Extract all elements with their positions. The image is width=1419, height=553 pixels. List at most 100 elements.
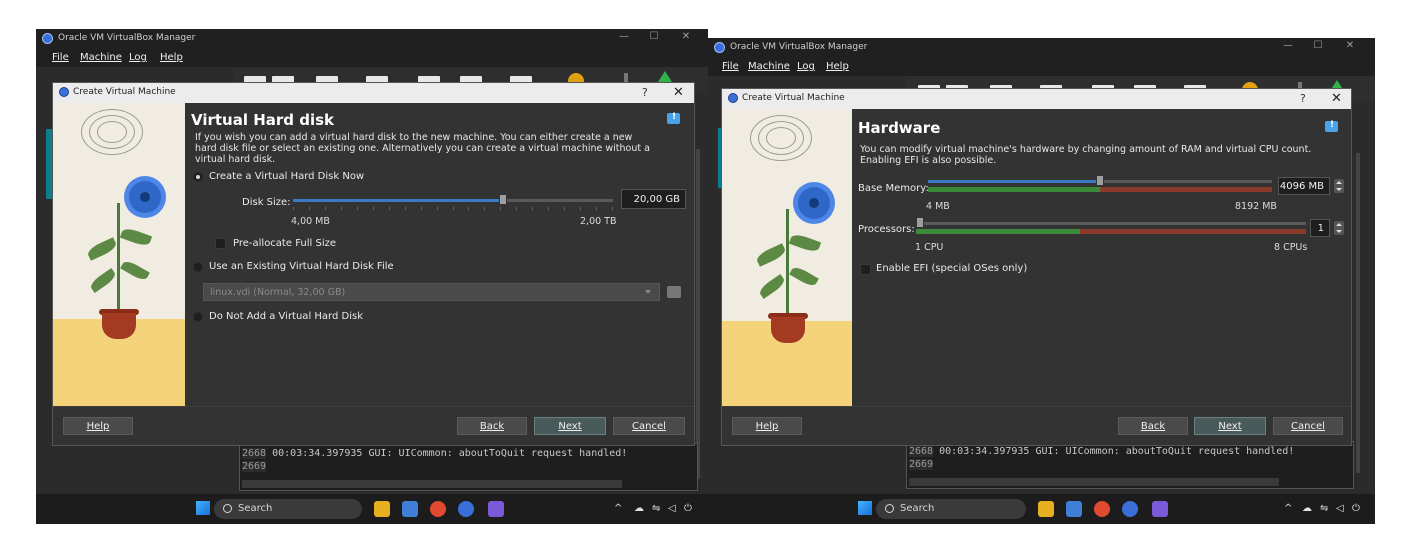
- network-icon[interactable]: ⇋: [652, 503, 660, 514]
- start-arrow-icon[interactable]: [658, 71, 672, 82]
- tray-chevron-icon[interactable]: ^: [1284, 503, 1292, 514]
- existing-disk-select[interactable]: linux.vdi (Normal, 32,00 GB): [203, 283, 660, 301]
- radio-no-disk-label[interactable]: Do Not Add a Virtual Hard Disk: [209, 311, 363, 322]
- minimize-icon[interactable]: —: [1278, 40, 1298, 54]
- network-icon[interactable]: ⇋: [1320, 503, 1328, 514]
- back-button[interactable]: Back: [1118, 417, 1188, 435]
- file-explorer-icon[interactable]: [374, 501, 390, 517]
- volume-icon[interactable]: ◁: [668, 503, 676, 514]
- back-button[interactable]: Back: [457, 417, 527, 435]
- leaf: [754, 243, 788, 267]
- disk-slider-handle[interactable]: [499, 194, 507, 205]
- taskbar-search-label: Search: [238, 503, 273, 514]
- maximize-icon[interactable]: ☐: [644, 31, 664, 45]
- log-line: 2669: [242, 461, 267, 472]
- menu-machine[interactable]: Machine: [80, 52, 122, 63]
- processors-slider[interactable]: [916, 217, 1306, 228]
- disk-min-label: 4,00 MB: [291, 216, 330, 227]
- cancel-button[interactable]: Cancel: [613, 417, 685, 435]
- log-scrollbar[interactable]: [242, 480, 622, 488]
- menu-help[interactable]: Help: [826, 61, 849, 72]
- memory-spinner[interactable]: [1334, 179, 1344, 193]
- disk-size-slider[interactable]: [293, 194, 613, 205]
- efi-label[interactable]: Enable EFI (special OSes only): [876, 263, 1027, 274]
- battery-icon[interactable]: ⏻: [1352, 503, 1360, 514]
- memory-input[interactable]: 4096 MB: [1278, 177, 1330, 195]
- store-icon[interactable]: [402, 501, 418, 517]
- minimize-icon[interactable]: —: [614, 31, 634, 45]
- slider-tick: [437, 207, 438, 210]
- virtualbox-taskbar-icon[interactable]: [1122, 501, 1138, 517]
- dialog-close-icon[interactable]: ✕: [673, 85, 684, 100]
- close-icon[interactable]: ✕: [1340, 40, 1360, 54]
- manager-titlebar[interactable]: Oracle VM VirtualBox Manager — ☐ ✕: [36, 29, 708, 49]
- help-icon[interactable]: ?: [642, 86, 648, 99]
- help-button[interactable]: Help: [732, 417, 802, 435]
- store-icon[interactable]: [1066, 501, 1082, 517]
- windows-start-icon[interactable]: [858, 501, 872, 515]
- flower-center: [140, 192, 150, 202]
- manager-frame-edge: [1356, 153, 1360, 473]
- cpu-min-label: 1 CPU: [915, 242, 944, 253]
- taskbar: Search ^ ☁ ⇋ ◁ ⏻: [36, 494, 708, 524]
- menu-machine[interactable]: Machine: [748, 61, 790, 72]
- memory-range-safe: [928, 187, 1100, 192]
- taskbar-search-label: Search: [900, 503, 935, 514]
- windows-start-icon[interactable]: [196, 501, 210, 515]
- chrome-icon[interactable]: [430, 501, 446, 517]
- help-icon[interactable]: ?: [1300, 92, 1306, 105]
- slider-tick: [293, 207, 294, 210]
- cpu-max-label: 8 CPUs: [1274, 242, 1308, 253]
- disk-size-label: Disk Size:: [242, 197, 291, 208]
- manager-title: Oracle VM VirtualBox Manager: [730, 42, 868, 52]
- processors-input[interactable]: 1: [1310, 219, 1330, 237]
- existing-disk-value: linux.vdi (Normal, 32,00 GB): [210, 287, 346, 298]
- battery-icon[interactable]: ⏻: [684, 503, 692, 514]
- base-memory-slider[interactable]: [928, 175, 1272, 186]
- efi-checkbox[interactable]: [860, 264, 871, 275]
- folder-open-icon[interactable]: [667, 286, 681, 298]
- dialog-titlebar[interactable]: Create Virtual Machine ? ✕: [722, 89, 1351, 109]
- radio-create-disk[interactable]: [193, 172, 203, 182]
- chrome-icon[interactable]: [1094, 501, 1110, 517]
- taskbar-search[interactable]: Search: [876, 499, 1026, 519]
- preallocate-checkbox[interactable]: [215, 238, 226, 249]
- next-button[interactable]: Next: [534, 417, 606, 435]
- menu-file[interactable]: File: [52, 52, 69, 63]
- radio-existing-disk-label[interactable]: Use an Existing Virtual Hard Disk File: [209, 261, 394, 272]
- dialog-titlebar[interactable]: Create Virtual Machine ? ✕: [53, 83, 694, 103]
- help-button[interactable]: Help: [63, 417, 133, 435]
- app-icon[interactable]: [488, 501, 504, 517]
- volume-icon[interactable]: ◁: [1336, 503, 1344, 514]
- dialog-close-icon[interactable]: ✕: [1331, 91, 1342, 106]
- menu-file[interactable]: File: [722, 61, 739, 72]
- tray-chevron-icon[interactable]: ^: [614, 503, 622, 514]
- log-scrollbar[interactable]: [909, 478, 1279, 486]
- cloud-icon[interactable]: ☁: [634, 503, 644, 514]
- log-viewer[interactable]: 2668 00:03:34.397935 GUI: UICommon: abou…: [239, 443, 698, 491]
- preallocate-label[interactable]: Pre-allocate Full Size: [233, 238, 336, 249]
- taskbar-search[interactable]: Search: [214, 499, 362, 519]
- virtualbox-taskbar-icon[interactable]: [458, 501, 474, 517]
- memory-slider-handle[interactable]: [1096, 175, 1104, 186]
- app-icon[interactable]: [1152, 501, 1168, 517]
- maximize-icon[interactable]: ☐: [1308, 40, 1328, 54]
- cancel-button[interactable]: Cancel: [1273, 417, 1343, 435]
- manager-titlebar[interactable]: Oracle VM VirtualBox Manager — ☐ ✕: [708, 38, 1375, 58]
- menu-log[interactable]: Log: [129, 52, 147, 63]
- close-icon[interactable]: ✕: [676, 31, 696, 45]
- cloud-icon[interactable]: ☁: [1302, 503, 1312, 514]
- page-title: Hardware: [858, 119, 941, 137]
- menu-log[interactable]: Log: [797, 61, 815, 72]
- disk-size-input[interactable]: 20,00 GB: [621, 189, 686, 209]
- radio-create-disk-label[interactable]: Create a Virtual Hard Disk Now: [209, 171, 364, 182]
- slider-tick: [532, 207, 533, 210]
- processors-spinner[interactable]: [1334, 221, 1344, 235]
- file-explorer-icon[interactable]: [1038, 501, 1054, 517]
- menu-help[interactable]: Help: [160, 52, 183, 63]
- cpu-slider-handle[interactable]: [916, 217, 924, 228]
- radio-no-disk[interactable]: [193, 312, 203, 322]
- radio-existing-disk[interactable]: [193, 262, 203, 272]
- next-button[interactable]: Next: [1194, 417, 1266, 435]
- log-viewer[interactable]: 2668 00:03:34.397935 GUI: UICommon: abou…: [906, 441, 1354, 489]
